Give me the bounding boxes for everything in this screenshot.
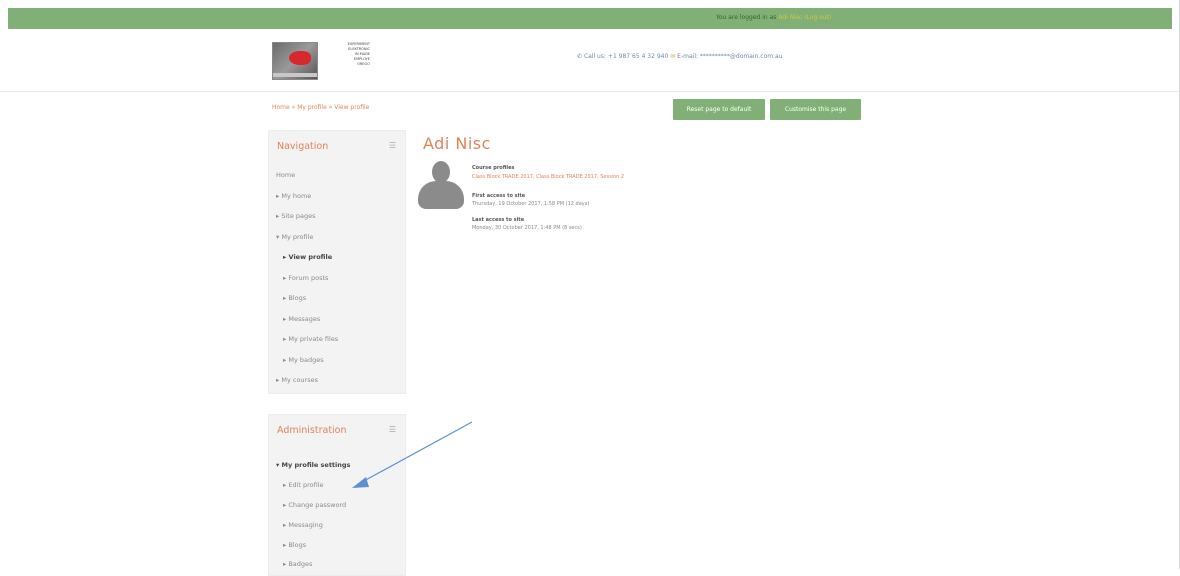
login-info: You are logged in as Adi Nisc (Log out) xyxy=(716,14,831,21)
logo-line: OREGO xyxy=(357,62,370,66)
reset-page-button[interactable]: Reset page to default xyxy=(673,99,765,120)
email-text[interactable]: E-mail: **********@domain.com.au xyxy=(677,53,782,60)
site-logo[interactable] xyxy=(272,42,318,80)
block-menu-icon[interactable]: ☰ xyxy=(389,141,396,150)
administration-block: Administration ☰ xyxy=(268,414,406,576)
header-divider xyxy=(0,91,1180,92)
admin-item-badges[interactable]: ▸ Badges xyxy=(283,560,312,568)
nav-item-home[interactable]: Home xyxy=(276,171,295,179)
phone-icon: ✆ xyxy=(577,53,583,60)
nav-item-view-profile[interactable]: ▸ View profile xyxy=(283,253,332,261)
course-profiles-label: Course profiles xyxy=(472,165,515,171)
phone-text: Call us: +1 987 65 4 32 940 xyxy=(583,53,669,60)
last-access-value: Monday, 30 October 2017, 1:48 PM (8 secs… xyxy=(472,225,582,231)
nav-item-my-home[interactable]: ▸ My home xyxy=(276,192,311,200)
login-prefix: You are logged in as xyxy=(716,14,777,21)
mail-icon: ✉ xyxy=(670,53,676,60)
user-heading: Adi Nisc xyxy=(423,134,491,153)
nav-item-messages[interactable]: ▸ Messages xyxy=(283,315,320,323)
admin-item-change-password[interactable]: ▸ Change password xyxy=(283,501,346,509)
page-title: Adi Nisc xyxy=(423,134,491,153)
course-profiles-links[interactable]: Class Block TRADE 2017, Class Block TRAD… xyxy=(472,174,624,180)
nav-item-my-courses[interactable]: ▸ My courses xyxy=(276,376,318,384)
nav-item-blogs[interactable]: ▸ Blogs xyxy=(283,294,306,302)
customise-page-button[interactable]: Customise this page xyxy=(770,99,861,120)
nav-item-site-pages[interactable]: ▸ Site pages xyxy=(276,212,316,220)
admin-item-edit-profile[interactable]: ▸ Edit profile xyxy=(283,481,324,489)
admin-item-messaging[interactable]: ▸ Messaging xyxy=(283,521,323,529)
admin-item-profile-settings[interactable]: ▾ My profile settings xyxy=(276,461,350,469)
user-avatar-icon xyxy=(418,161,464,209)
contact-info: ✆ Call us: +1 987 65 4 32 940 ✉ E-mail: … xyxy=(577,53,783,60)
top-bar: You are logged in as Adi Nisc (Log out) xyxy=(8,8,1172,29)
nav-item-badges[interactable]: ▸ My badges xyxy=(283,356,324,364)
nav-item-private-files[interactable]: ▸ My private files xyxy=(283,335,338,343)
avatar-body xyxy=(418,181,464,209)
navigation-block: Navigation ☰ xyxy=(268,130,406,394)
block-menu-icon[interactable]: ☰ xyxy=(389,425,396,434)
breadcrumb[interactable]: Home » My profile » View profile xyxy=(272,104,369,111)
administration-title[interactable]: Administration xyxy=(277,425,347,436)
admin-item-blogs[interactable]: ▸ Blogs xyxy=(283,541,306,549)
logo-text: EXPERIMENT ELEKTRONIC IN MADE EMPLOYE OR… xyxy=(336,42,370,67)
avatar-head xyxy=(432,161,450,183)
navigation-title[interactable]: Navigation xyxy=(277,141,328,152)
nav-item-my-profile[interactable]: ▾ My profile xyxy=(276,233,313,241)
last-access-label: Last access to site xyxy=(472,217,525,223)
first-access-label: First access to site xyxy=(472,193,526,199)
site-header xyxy=(0,29,1180,91)
logo-strip xyxy=(273,73,317,77)
user-link[interactable]: Adi Nisc (Log out) xyxy=(778,14,831,21)
first-access-value: Thursday, 19 October 2017, 1:58 PM (12 d… xyxy=(472,201,590,207)
nav-item-forum-posts[interactable]: ▸ Forum posts xyxy=(283,274,328,282)
logo-emblem xyxy=(289,51,311,65)
